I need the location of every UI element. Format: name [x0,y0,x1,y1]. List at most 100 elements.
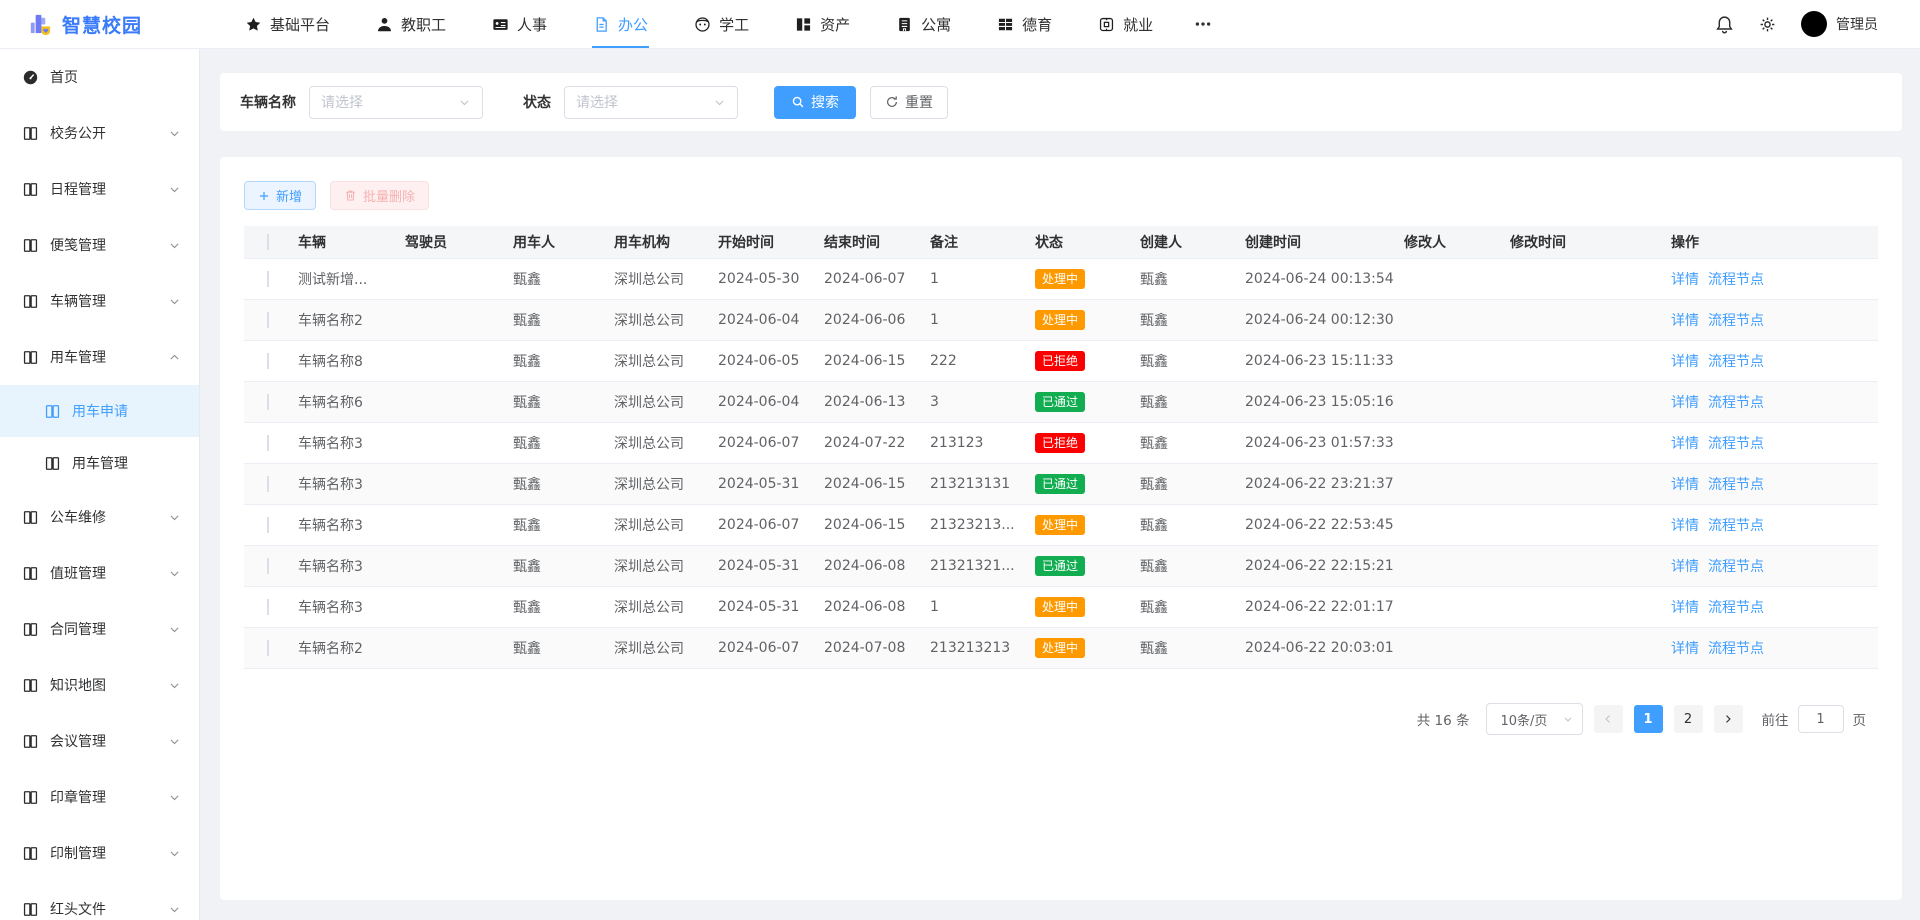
topnav-item[interactable]: 学工 [671,0,772,48]
cell-creator: 甄鑫 [1140,310,1245,330]
filter-select[interactable]: 请选择 [309,86,483,119]
sidebar-item[interactable]: 值班管理 [0,545,199,601]
reset-button[interactable]: 重置 [870,86,948,119]
action-link[interactable]: 流程节点 [1708,392,1764,412]
search-icon [791,95,805,109]
row-checkbox[interactable] [267,353,269,369]
cell-created_at: 2024-06-23 15:05:16 [1245,394,1404,410]
action-link[interactable]: 详情 [1671,433,1699,453]
action-link[interactable]: 流程节点 [1708,474,1764,494]
batch-delete-button[interactable]: 批量删除 [330,181,429,210]
topnav-item-label: 人事 [517,14,547,35]
sidebar-item[interactable]: 公车维修 [0,489,199,545]
sidebar-item[interactable]: 红头文件 [0,881,199,920]
action-link[interactable]: 详情 [1671,474,1699,494]
user-menu[interactable]: 管理员 [1801,11,1878,37]
sidebar-item[interactable]: 校务公开 [0,105,199,161]
cell-user: 甄鑫 [513,433,614,453]
row-checkbox[interactable] [267,558,269,574]
action-link[interactable]: 详情 [1671,597,1699,617]
sidebar-item[interactable]: 首页 [0,49,199,105]
topnav-item-label: 德育 [1022,14,1052,35]
chevron-down-icon [168,791,181,804]
row-checkbox[interactable] [267,640,269,656]
sidebar-item[interactable]: 印章管理 [0,769,199,825]
row-checkbox[interactable] [267,312,269,328]
search-button[interactable]: 搜索 [774,86,856,119]
logo-icon [26,11,53,38]
sidebar-item[interactable]: 合同管理 [0,601,199,657]
settings-gear-icon[interactable] [1758,15,1777,34]
row-checkbox[interactable] [267,599,269,615]
add-button[interactable]: 新增 [244,181,316,210]
action-link[interactable]: 流程节点 [1708,269,1764,289]
cell-status: 已通过 [1035,392,1140,412]
topnav-item[interactable]: 公寓 [873,0,974,48]
cell-creator: 甄鑫 [1140,351,1245,371]
cell-creator: 甄鑫 [1140,474,1245,494]
sidebar-item[interactable]: 日程管理 [0,161,199,217]
action-link[interactable]: 流程节点 [1708,597,1764,617]
app-logo[interactable]: 智慧校园 [0,11,200,38]
page-button[interactable]: 1 [1634,705,1663,733]
topnav-item[interactable]: 资产 [772,0,873,48]
page-button[interactable]: 2 [1674,705,1703,733]
action-link[interactable]: 详情 [1671,269,1699,289]
topnav-item[interactable]: 办公 [570,0,671,48]
sidebar-subitem[interactable]: 用车管理 [0,437,199,489]
topnav-item[interactable]: 就业 [1075,0,1176,48]
action-link[interactable]: 流程节点 [1708,638,1764,658]
row-checkbox[interactable] [267,394,269,410]
topnav-item[interactable]: 人事 [469,0,570,48]
select-all-checkbox[interactable] [267,234,269,250]
action-link[interactable]: 详情 [1671,638,1699,658]
notification-bell-icon[interactable] [1715,15,1734,34]
book-icon [22,901,39,918]
sidebar-item[interactable]: 印制管理 [0,825,199,881]
topnav-more-button[interactable] [1176,15,1230,33]
page-jump-input[interactable] [1798,705,1844,733]
row-actions: 详情流程节点 [1671,638,1878,658]
cell-vehicle: 车辆名称3 [298,556,405,576]
action-link[interactable]: 详情 [1671,351,1699,371]
action-link[interactable]: 流程节点 [1708,310,1764,330]
sidebar-item-label: 校务公开 [50,123,168,143]
sidebar-item[interactable]: 车辆管理 [0,273,199,329]
status-badge: 处理中 [1035,638,1085,658]
row-checkbox-cell [244,394,298,410]
filter-select[interactable]: 请选择 [564,86,738,119]
action-link[interactable]: 流程节点 [1708,351,1764,371]
topnav-item[interactable]: 德育 [974,0,1075,48]
prev-page-button[interactable] [1594,705,1623,733]
sidebar-item[interactable]: 会议管理 [0,713,199,769]
status-badge: 处理中 [1035,269,1085,289]
row-checkbox[interactable] [267,435,269,451]
action-link[interactable]: 详情 [1671,392,1699,412]
book-icon [22,789,39,806]
action-link[interactable]: 详情 [1671,556,1699,576]
cell-vehicle: 车辆名称3 [298,433,405,453]
topnav-item[interactable]: 教职工 [353,0,469,48]
action-link[interactable]: 流程节点 [1708,515,1764,535]
topnav-item[interactable]: 基础平台 [222,0,353,48]
page-size-select[interactable]: 10条/页 [1486,703,1583,735]
action-link[interactable]: 流程节点 [1708,556,1764,576]
row-checkbox[interactable] [267,271,269,287]
action-link[interactable]: 详情 [1671,515,1699,535]
sidebar-item[interactable]: 用车管理 [0,329,199,385]
action-link[interactable]: 流程节点 [1708,433,1764,453]
row-checkbox[interactable] [267,517,269,533]
sidebar-item[interactable]: 便笺管理 [0,217,199,273]
sidebar-item-label: 值班管理 [50,563,168,583]
cell-creator: 甄鑫 [1140,515,1245,535]
next-page-button[interactable] [1714,705,1743,733]
cell-created_at: 2024-06-24 00:13:54 [1245,271,1404,287]
cell-user: 甄鑫 [513,638,614,658]
cell-end_date: 2024-06-15 [824,476,930,492]
cell-creator: 甄鑫 [1140,556,1245,576]
sidebar-item[interactable]: 知识地图 [0,657,199,713]
cell-vehicle: 车辆名称3 [298,474,405,494]
sidebar-subitem[interactable]: 用车申请 [0,385,199,437]
action-link[interactable]: 详情 [1671,310,1699,330]
row-checkbox[interactable] [267,476,269,492]
